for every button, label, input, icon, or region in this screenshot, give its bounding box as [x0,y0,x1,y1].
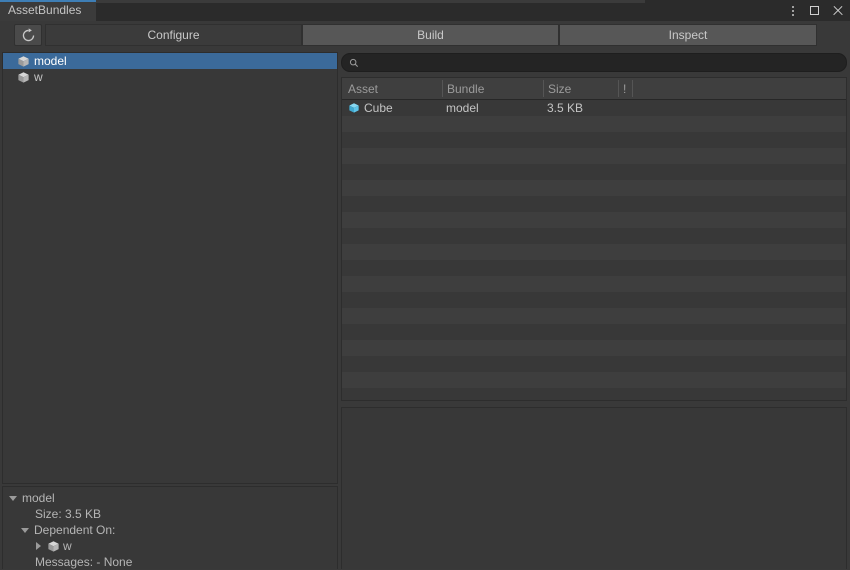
bundle-tree-item-label: model [34,54,67,68]
bundle-tree-item-model[interactable]: model [3,53,337,69]
table-row-empty [342,132,846,148]
tab-build[interactable]: Build [302,24,559,46]
table-row-empty [342,244,846,260]
search-icon [349,58,359,67]
bundle-icon [17,71,30,84]
table-row-empty [342,356,846,372]
tab-inspect-label: Inspect [668,28,708,42]
tab-configure[interactable]: Configure [45,24,302,46]
bundle-tree-panel[interactable]: model w [2,52,338,484]
column-divider[interactable] [543,80,544,97]
search-input[interactable] [341,53,847,72]
table-row-empty [342,164,846,180]
table-row-empty [342,260,846,276]
details-bundle-row[interactable]: model [3,490,337,506]
refresh-button[interactable] [14,24,42,46]
table-row[interactable]: Cube model 3.5 KB [342,100,846,116]
column-divider[interactable] [618,80,619,97]
table-row-empty [342,228,846,244]
details-bundle-name: model [22,491,55,505]
bundle-icon [17,55,30,68]
table-row-empty [342,180,846,196]
table-row-empty [342,372,846,388]
details-dependency-item[interactable]: w [3,538,337,554]
asset-detail-panel [341,407,847,569]
table-row-empty [342,388,846,400]
details-dependent-on-label: Dependent On: [34,523,116,537]
table-row-empty [342,308,846,324]
close-icon[interactable] [831,4,844,17]
chevron-right-icon[interactable] [36,542,41,550]
tab-assetbundles-label: AssetBundles [8,3,82,17]
bundle-tree-item-label: w [34,70,43,84]
refresh-icon [22,27,34,41]
details-dependent-on-row[interactable]: Dependent On: [3,522,337,538]
table-row-empty [342,292,846,308]
details-messages-label: Messages: - None [35,555,133,569]
active-tab-accent [0,0,96,2]
details-size-label: Size: 3.5 KB [35,507,102,521]
column-divider[interactable] [632,80,633,97]
column-header-flag[interactable]: ! [623,82,626,96]
window-tab-strip: AssetBundles [0,0,850,21]
tab-build-label: Build [417,28,444,42]
chevron-down-icon[interactable] [9,495,17,501]
column-divider[interactable] [442,80,443,97]
column-header-asset[interactable]: Asset [348,82,378,96]
tab-configure-label: Configure [147,28,200,42]
bundle-details-panel: model Size: 3.5 KB Dependent On: w Messa… [2,486,338,569]
asset-list-rows: Cube model 3.5 KB [342,100,846,400]
prefab-icon [348,102,360,114]
bundle-icon [47,540,60,553]
assetbundles-window: AssetBundles Configure Build Inspect mod… [0,0,850,570]
table-row-empty [342,324,846,340]
chevron-down-icon[interactable] [21,527,29,533]
cell-bundle: model [446,101,479,115]
table-row-empty [342,196,846,212]
table-row-empty [342,212,846,228]
column-header-bundle[interactable]: Bundle [447,82,484,96]
asset-list-panel[interactable]: Asset Bundle Size ! Cube model 3.5 KB [341,77,847,401]
window-controls [787,0,844,21]
asset-list-header: Asset Bundle Size ! [342,78,846,100]
maximize-icon[interactable] [809,4,822,17]
kebab-menu-icon[interactable] [787,4,800,17]
toolbar: Configure Build Inspect [0,21,850,49]
cell-asset: Cube [348,101,393,115]
details-size-row: Size: 3.5 KB [3,506,337,522]
tab-assetbundles[interactable]: AssetBundles [0,0,96,21]
table-row-empty [342,148,846,164]
table-row-empty [342,340,846,356]
inactive-tab-strip [96,0,645,3]
table-row-empty [342,116,846,132]
table-row-empty [342,276,846,292]
cell-size: 3.5 KB [547,101,584,115]
column-header-size[interactable]: Size [548,82,571,96]
tab-inspect[interactable]: Inspect [559,24,817,46]
details-messages-row: Messages: - None [3,554,337,569]
bundle-tree-item-w[interactable]: w [3,69,337,85]
cell-asset-label: Cube [364,101,393,115]
details-dependency-label: w [63,539,72,553]
